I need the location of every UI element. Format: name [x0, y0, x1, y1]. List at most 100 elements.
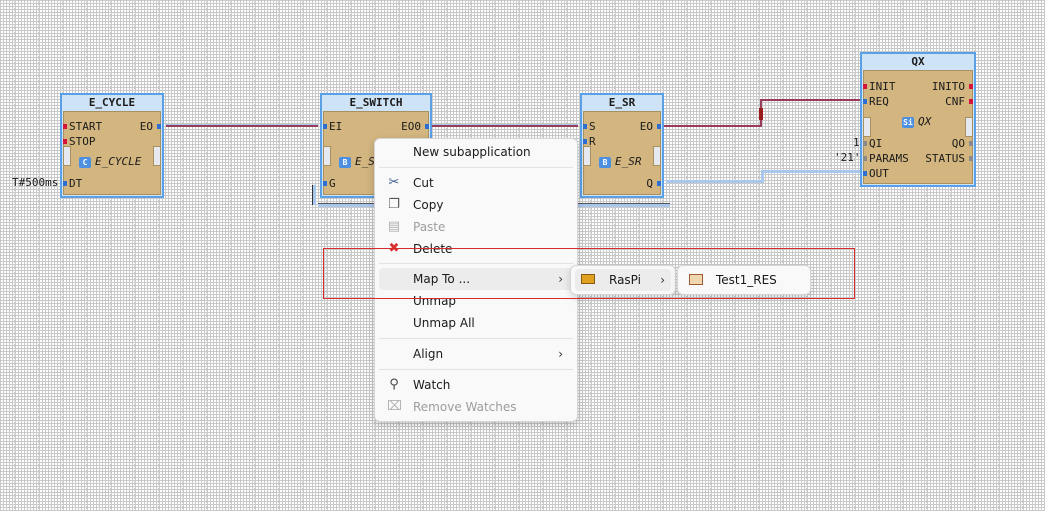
grid-line	[0, 492, 1045, 493]
pin-req[interactable]	[863, 99, 867, 104]
menu-separator	[379, 167, 573, 168]
pin-out[interactable]	[863, 171, 867, 176]
grid-line	[0, 444, 1045, 445]
param-qi-value[interactable]: 1	[853, 136, 860, 149]
menu-item-paste[interactable]: ▤ Paste	[379, 216, 573, 238]
pin-inito[interactable]	[969, 84, 973, 89]
fb-qx[interactable]: QX INIT REQ QI PARAMS OUT INITO CNF QO S…	[860, 52, 976, 187]
fb-e-cycle[interactable]: E_CYCLE START STOP DT EO C E_CYCLE	[60, 93, 164, 198]
grid-line	[1022, 0, 1023, 511]
fb-notch-left	[583, 146, 591, 166]
fb-title: E_SWITCH	[322, 95, 430, 110]
param-dt-value[interactable]: T#500ms	[12, 176, 58, 189]
menu-item-new-subapplication[interactable]: New subapplication	[379, 141, 573, 163]
menu-item-copy[interactable]: ❐ Copy	[379, 194, 573, 216]
grid-line	[182, 0, 183, 511]
pin-start[interactable]	[63, 124, 67, 129]
pin-g[interactable]	[323, 181, 327, 186]
port-out: OUT	[869, 167, 889, 180]
chevron-right-icon: ›	[558, 347, 563, 361]
port-stop: STOP	[69, 135, 96, 148]
port-status: STATUS	[925, 152, 965, 165]
annotation-highlight-box	[323, 248, 855, 299]
fb-type-text: E_S	[355, 155, 375, 168]
menu-item-align[interactable]: Align ›	[379, 343, 573, 365]
port-eo: EO	[639, 120, 653, 133]
pin-eo[interactable]	[157, 124, 161, 129]
fb-type-label: Si QX	[902, 116, 931, 128]
menu-item-label: Watch	[413, 378, 451, 392]
port-s: S	[589, 120, 596, 133]
menu-item-unmap-all[interactable]: Unmap All	[379, 312, 573, 334]
wire-esr-eo-to-qx-req-top	[760, 99, 860, 101]
pin-eo[interactable]	[657, 124, 661, 129]
wire-esr-eo-to-qx-req[interactable]	[664, 125, 762, 127]
wire-handle[interactable]	[759, 108, 763, 120]
clipboard-icon: ▤	[387, 219, 401, 234]
grid-line	[302, 0, 303, 511]
fb-title: QX	[862, 54, 974, 69]
grid-line	[86, 0, 87, 511]
grid-line	[206, 0, 207, 511]
port-req: REQ	[869, 95, 889, 108]
wire-eswitch-g-left	[312, 185, 316, 205]
grid-line	[0, 468, 1045, 469]
pin-status[interactable]	[969, 156, 973, 161]
fb-notch-right	[653, 146, 661, 166]
menu-item-watch[interactable]: ⚲ Watch	[379, 374, 573, 396]
pin-dt[interactable]	[63, 181, 67, 186]
port-ei: EI	[329, 120, 343, 133]
wire-eswitch-eo0-to-esr-s-line	[432, 125, 578, 127]
grid-line	[14, 0, 15, 511]
menu-item-label: Align	[413, 347, 444, 361]
pin-init[interactable]	[863, 84, 867, 89]
pin-r[interactable]	[583, 139, 587, 144]
pin-ei[interactable]	[323, 124, 327, 129]
fb-type-label: B E_S	[339, 156, 375, 168]
fb-title: E_SR	[582, 95, 662, 110]
pin-qi[interactable]	[863, 141, 867, 146]
port-cnf: CNF	[945, 95, 965, 108]
grid-line	[38, 0, 39, 511]
grid-line	[254, 0, 255, 511]
fb-notch-left	[863, 117, 871, 137]
grid-line	[230, 0, 231, 511]
pin-cnf[interactable]	[969, 99, 973, 104]
wire-esr-q-to-qx-out[interactable]	[666, 180, 764, 183]
grid-line	[62, 0, 63, 511]
grid-line	[0, 12, 1045, 13]
fb-notch-left	[63, 146, 71, 166]
fb-notch-left	[323, 146, 331, 166]
pin-qo[interactable]	[969, 141, 973, 146]
grid-line	[158, 0, 159, 511]
menu-item-label: Copy	[413, 198, 444, 212]
grid-line	[278, 0, 279, 511]
port-inito: INITO	[931, 80, 965, 93]
menu-separator	[379, 369, 573, 370]
pin-stop[interactable]	[63, 139, 67, 144]
fb-e-sr[interactable]: E_SR S R EO Q B E_SR	[580, 93, 664, 198]
param-params-value[interactable]: '21'	[834, 151, 861, 164]
service-fb-icon: Si	[902, 116, 914, 128]
menu-item-label: Cut	[413, 176, 434, 190]
magnifier-icon: ⚲	[389, 377, 399, 392]
scissors-icon: ✂	[388, 175, 400, 190]
fb-type-text: E_CYCLE	[95, 155, 142, 168]
menu-item-cut[interactable]: ✂ Cut	[379, 172, 573, 194]
port-q: Q	[646, 177, 653, 190]
pin-eo0[interactable]	[425, 124, 429, 129]
port-init: INIT	[869, 80, 896, 93]
pin-q[interactable]	[657, 181, 661, 186]
port-dt: DT	[69, 177, 83, 190]
port-g: G	[329, 177, 336, 190]
port-eo0: EO0	[401, 120, 421, 133]
wire-esr-q-to-qx-out-top	[761, 170, 861, 173]
basic-fb-icon: B	[339, 156, 351, 168]
menu-item-label: New subapplication	[413, 145, 531, 159]
menu-item-remove-watches[interactable]: ⌧ Remove Watches	[379, 396, 573, 418]
pin-params[interactable]	[863, 156, 867, 161]
menu-item-label: Paste	[413, 220, 446, 234]
fb-type-text: QX	[918, 115, 932, 128]
pin-s[interactable]	[583, 124, 587, 129]
grid-line	[110, 0, 111, 511]
